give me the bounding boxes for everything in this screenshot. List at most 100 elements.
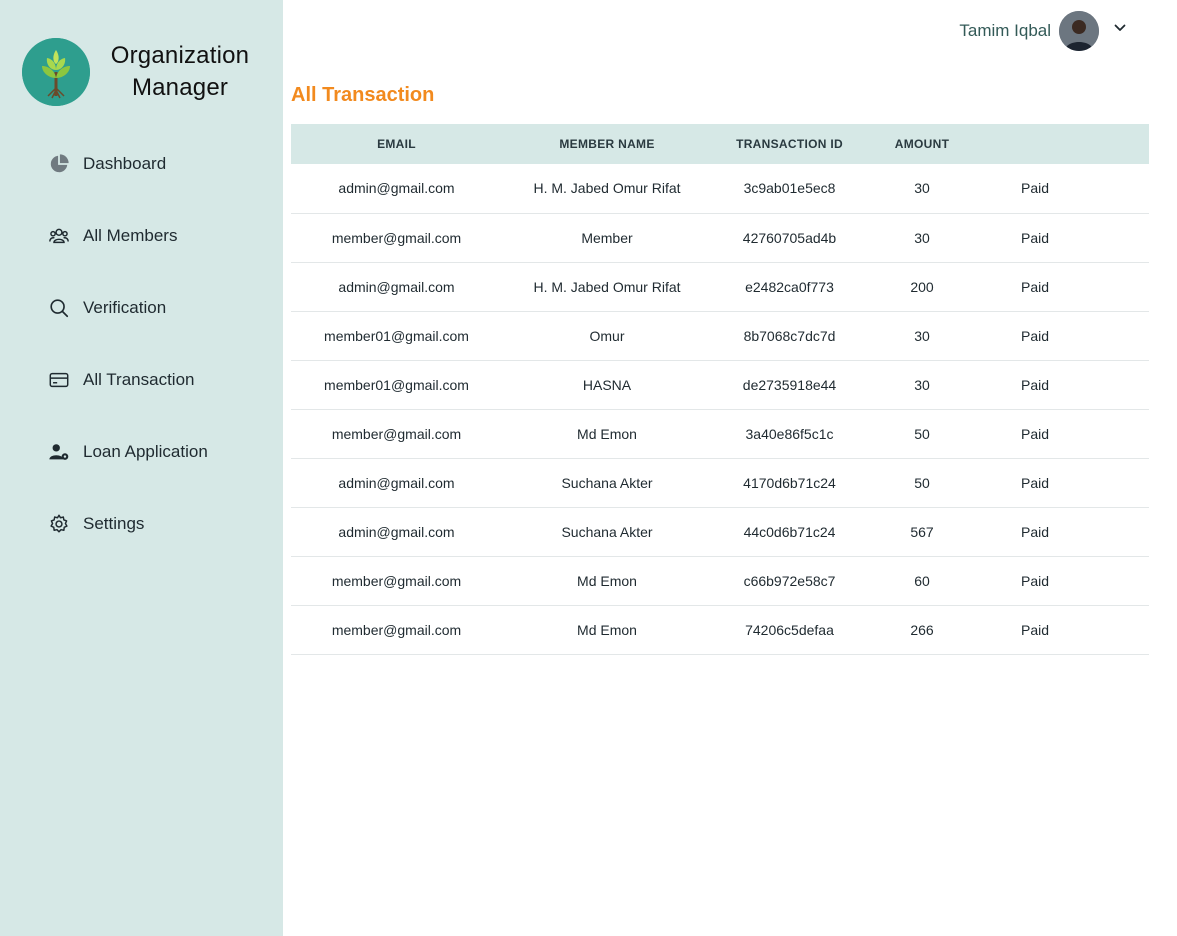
table-header: EMAIL MEMBER NAME TRANSACTION ID AMOUNT <box>291 124 1149 164</box>
users-icon <box>46 223 72 249</box>
cell-status: Paid <box>977 164 1149 214</box>
cell-email: member@gmail.com <box>291 409 502 459</box>
cell-email: admin@gmail.com <box>291 262 502 312</box>
cell-member-name: H. M. Jabed Omur Rifat <box>502 164 712 214</box>
cell-email: admin@gmail.com <box>291 458 502 508</box>
page-title: All Transaction <box>291 84 435 106</box>
cell-status: Paid <box>977 262 1149 312</box>
table-body: admin@gmail.com H. M. Jabed Omur Rifat 3c9… <box>291 164 1149 655</box>
cell-amount: 30 <box>867 360 977 410</box>
gear-icon <box>46 511 72 537</box>
cell-email: member@gmail.com <box>291 605 502 655</box>
cell-amount: 60 <box>867 556 977 606</box>
avatar[interactable] <box>1059 11 1099 51</box>
cell-amount: 30 <box>867 311 977 361</box>
column-header-status <box>977 124 1149 164</box>
cell-status: Paid <box>977 507 1149 557</box>
cell-transaction-id: 44c0d6b71c24 <box>712 507 867 557</box>
sidebar-item-label: Verification <box>83 298 167 317</box>
column-header-amount: AMOUNT <box>867 124 977 164</box>
cell-member-name: Md Emon <box>502 409 712 459</box>
cell-transaction-id: c66b972e58c7 <box>712 556 867 606</box>
cell-amount: 567 <box>867 507 977 557</box>
sidebar-item-label: Dashboard <box>83 154 167 173</box>
cell-status: Paid <box>977 556 1149 606</box>
cell-amount: 50 <box>867 458 977 508</box>
pie-chart-icon <box>46 151 72 177</box>
table-row[interactable]: member@gmail.com Md Emon 74206c5defaa 266 Pa… <box>291 605 1149 655</box>
cell-email: member01@gmail.com <box>291 311 502 361</box>
table-row[interactable]: member01@gmail.com HASNA de2735918e44 30 Pai… <box>291 360 1149 410</box>
table-row[interactable]: admin@gmail.com Suchana Akter 44c0d6b71c24… <box>291 507 1149 557</box>
search-icon <box>46 295 72 321</box>
cell-transaction-id: 4170d6b71c24 <box>712 458 867 508</box>
cell-transaction-id: 74206c5defaa <box>712 605 867 655</box>
cell-email: member@gmail.com <box>291 556 502 606</box>
cell-amount: 200 <box>867 262 977 312</box>
table-row[interactable]: admin@gmail.com H. M. Jabed Omur Rifat e24… <box>291 262 1149 312</box>
chevron-down-icon[interactable] <box>1113 21 1127 35</box>
table-row[interactable]: admin@gmail.com H. M. Jabed Omur Rifat 3c9… <box>291 164 1149 214</box>
cell-member-name: Omur <box>502 311 712 361</box>
user-menu[interactable]: Tamim Iqbal <box>959 10 1127 52</box>
credit-card-icon <box>46 367 72 393</box>
cell-transaction-id: 8b7068c7dc7d <box>712 311 867 361</box>
cell-email: member@gmail.com <box>291 213 502 263</box>
transactions-table: EMAIL MEMBER NAME TRANSACTION ID AMOUNT … <box>291 124 1149 655</box>
sidebar-item-settings[interactable]: Settings <box>46 506 276 542</box>
table-header-row: EMAIL MEMBER NAME TRANSACTION ID AMOUNT <box>291 124 1149 164</box>
user-name: Tamim Iqbal <box>959 21 1051 40</box>
cell-member-name: Member <box>502 213 712 263</box>
cell-amount: 50 <box>867 409 977 459</box>
cell-status: Paid <box>977 409 1149 459</box>
sidebar-nav: Dashboard All Members Verification All T… <box>46 146 276 578</box>
cell-email: admin@gmail.com <box>291 507 502 557</box>
tree-logo-icon <box>22 38 90 106</box>
sidebar-item-label: All Transaction <box>83 370 195 389</box>
cell-transaction-id: e2482ca0f773 <box>712 262 867 312</box>
cell-amount: 266 <box>867 605 977 655</box>
column-header-email: EMAIL <box>291 124 502 164</box>
cell-member-name: H. M. Jabed Omur Rifat <box>502 262 712 312</box>
column-header-member-name: MEMBER NAME <box>502 124 712 164</box>
app-root: Organization Manager Dashboard All Membe… <box>0 0 1177 936</box>
cell-transaction-id: de2735918e44 <box>712 360 867 410</box>
cell-member-name: Suchana Akter <box>502 507 712 557</box>
sidebar-item-label: All Members <box>83 226 178 245</box>
cell-status: Paid <box>977 458 1149 508</box>
cell-status: Paid <box>977 311 1149 361</box>
cell-amount: 30 <box>867 213 977 263</box>
cell-member-name: Md Emon <box>502 605 712 655</box>
sidebar-item-label: Loan Application <box>83 442 208 461</box>
brand[interactable]: Organization Manager <box>22 38 272 108</box>
cell-transaction-id: 3a40e86f5c1c <box>712 409 867 459</box>
cell-member-name: Md Emon <box>502 556 712 606</box>
cell-member-name: Suchana Akter <box>502 458 712 508</box>
sidebar-item-all-transaction[interactable]: All Transaction <box>46 362 276 398</box>
cell-email: member01@gmail.com <box>291 360 502 410</box>
sidebar-item-label: Settings <box>83 514 145 533</box>
table-row[interactable]: member@gmail.com Md Emon 3a40e86f5c1c 50 Pai… <box>291 409 1149 459</box>
table-row[interactable]: admin@gmail.com Suchana Akter 4170d6b71c24… <box>291 458 1149 508</box>
brand-name-line1: Organization <box>110 42 250 69</box>
cell-amount: 30 <box>867 164 977 214</box>
brand-name: Organization Manager <box>100 40 260 104</box>
sidebar: Organization Manager Dashboard All Membe… <box>0 0 283 936</box>
cell-email: admin@gmail.com <box>291 164 502 214</box>
sidebar-item-all-members[interactable]: All Members <box>46 218 276 254</box>
cell-member-name: HASNA <box>502 360 712 410</box>
user-gear-icon <box>46 439 72 465</box>
cell-transaction-id: 3c9ab01e5ec8 <box>712 164 867 214</box>
sidebar-item-loan-application[interactable]: Loan Application <box>46 434 276 470</box>
table-row[interactable]: member01@gmail.com Omur 8b7068c7dc7d 30 Paid <box>291 311 1149 361</box>
column-header-transaction-id: TRANSACTION ID <box>712 124 867 164</box>
cell-status: Paid <box>977 213 1149 263</box>
cell-transaction-id: 42760705ad4b <box>712 213 867 263</box>
table-row[interactable]: member@gmail.com Member 42760705ad4b 30 Paid <box>291 213 1149 263</box>
cell-status: Paid <box>977 360 1149 410</box>
sidebar-item-dashboard[interactable]: Dashboard <box>46 146 276 182</box>
cell-status: Paid <box>977 605 1149 655</box>
brand-name-line2: Manager <box>131 74 229 101</box>
sidebar-item-verification[interactable]: Verification <box>46 290 276 326</box>
table-row[interactable]: member@gmail.com Md Emon c66b972e58c7 60 Pai… <box>291 556 1149 606</box>
